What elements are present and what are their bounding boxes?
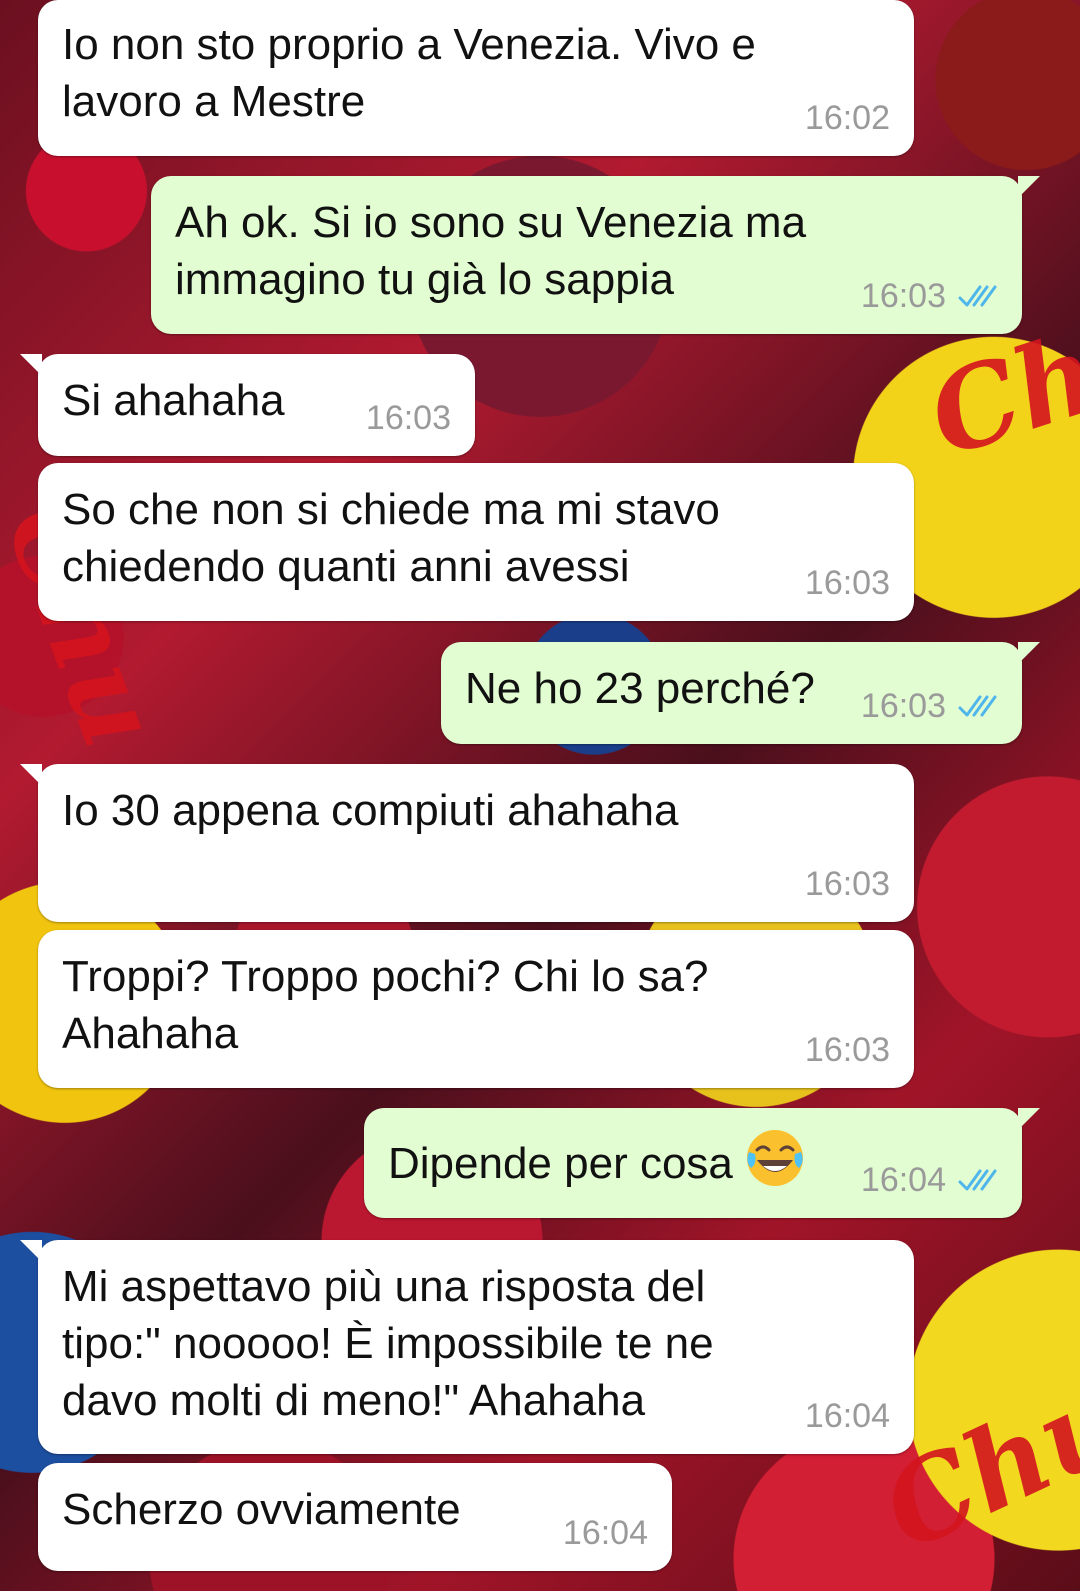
double-check-read-icon	[958, 695, 997, 717]
bubble-tail	[1018, 176, 1040, 198]
message-meta: 16:03	[805, 1032, 890, 1068]
message-meta: 16:03	[805, 565, 890, 601]
message-meta: 16:02	[805, 100, 890, 136]
bubble-tail	[1018, 1108, 1040, 1130]
message-text: So che non si chiede ma mi stavo chieden…	[62, 485, 720, 591]
message-time: 16:02	[804, 99, 890, 137]
message-time: 16:03	[365, 399, 451, 437]
bubble-tail	[20, 1240, 42, 1262]
message-bubble-incoming[interactable]: Io non sto proprio a Venezia. Vivo e lav…	[38, 0, 914, 156]
message-text: Io non sto proprio a Venezia. Vivo e lav…	[62, 20, 756, 126]
message-meta: 16:04	[861, 1162, 998, 1198]
message-time: 16:03	[804, 564, 890, 602]
bubble-tail	[20, 354, 42, 376]
double-check-read-icon	[958, 285, 997, 307]
bubble-tail	[20, 764, 42, 786]
message-bubble-incoming[interactable]: Mi aspettavo più una risposta del tipo:"…	[20, 1240, 914, 1454]
face-with-tears-of-joy-icon	[746, 1130, 803, 1186]
chat-thread[interactable]: Io non sto proprio a Venezia. Vivo e lav…	[0, 0, 1080, 1591]
message-time: 16:04	[562, 1514, 648, 1552]
message-bubble-incoming[interactable]: Io 30 appena compiuti ahahaha 16:03	[20, 764, 914, 922]
message-meta: 16:04	[805, 1398, 890, 1434]
bubble-tail	[1018, 642, 1040, 664]
message-meta: 16:04	[563, 1515, 648, 1551]
message-bubble-incoming[interactable]: Scherzo ovviamente 16:04	[38, 1463, 672, 1571]
message-bubble-outgoing[interactable]: Dipende per cosa 16:04	[364, 1108, 1040, 1218]
message-time: 16:04	[804, 1397, 890, 1435]
double-check-read-icon	[958, 1169, 997, 1191]
message-bubble-incoming[interactable]: Si ahahaha 16:03	[20, 354, 475, 456]
message-bubble-incoming[interactable]: Troppi? Troppo pochi? Chi lo sa? Ahahaha…	[38, 930, 914, 1088]
message-bubble-outgoing[interactable]: Ah ok. Si io sono su Venezia ma immagino…	[151, 176, 1040, 334]
message-meta: 16:03	[805, 866, 890, 902]
message-text: Scherzo ovviamente	[62, 1485, 461, 1534]
message-time: 16:03	[860, 277, 946, 315]
message-bubble-incoming[interactable]: So che non si chiede ma mi stavo chieden…	[38, 463, 914, 621]
message-meta: 16:03	[366, 400, 451, 436]
message-time: 16:03	[860, 687, 946, 725]
message-time: 16:03	[804, 865, 890, 903]
message-time: 16:03	[804, 1031, 890, 1069]
message-meta: 16:03	[861, 688, 998, 724]
message-text: Io 30 appena compiuti ahahaha	[62, 786, 679, 835]
message-time: 16:04	[860, 1161, 946, 1199]
message-meta: 16:03	[861, 278, 998, 314]
message-text: Mi aspettavo più una risposta del tipo:"…	[62, 1262, 714, 1425]
message-bubble-outgoing[interactable]: Ne ho 23 perché? 16:03	[441, 642, 1040, 744]
message-text: Troppi? Troppo pochi? Chi lo sa? Ahahaha	[62, 952, 709, 1058]
message-text: Dipende per cosa	[388, 1139, 733, 1188]
